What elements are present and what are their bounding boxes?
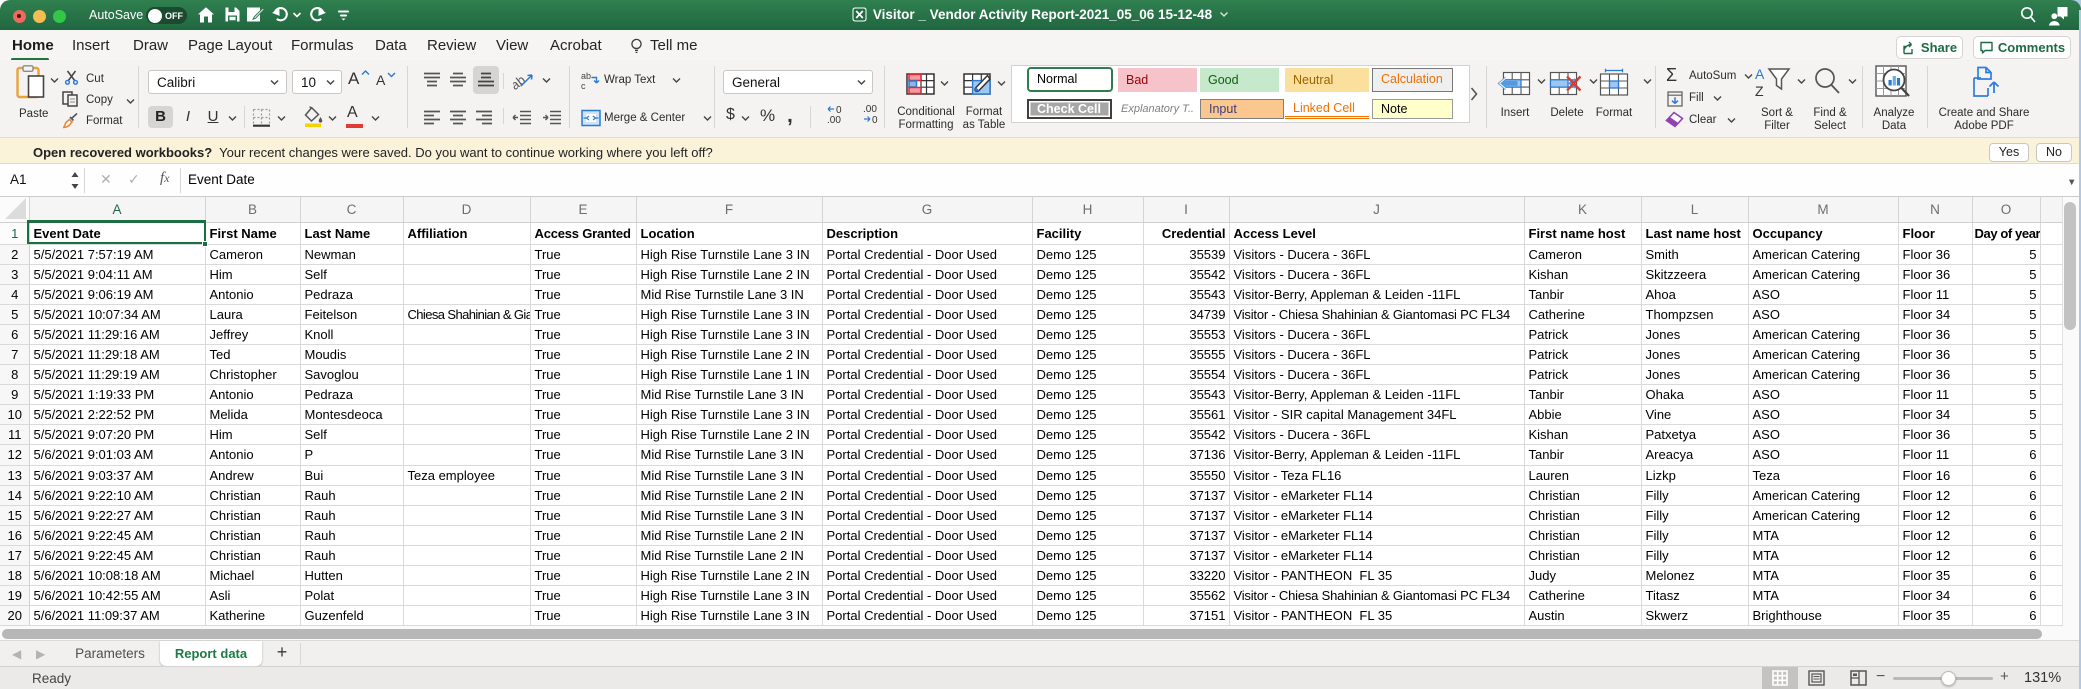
svg-text:Z: Z	[1755, 83, 1764, 99]
svg-text:ab: ab	[581, 71, 591, 81]
svg-text:A: A	[1755, 67, 1765, 82]
svg-text:c: c	[581, 81, 586, 90]
